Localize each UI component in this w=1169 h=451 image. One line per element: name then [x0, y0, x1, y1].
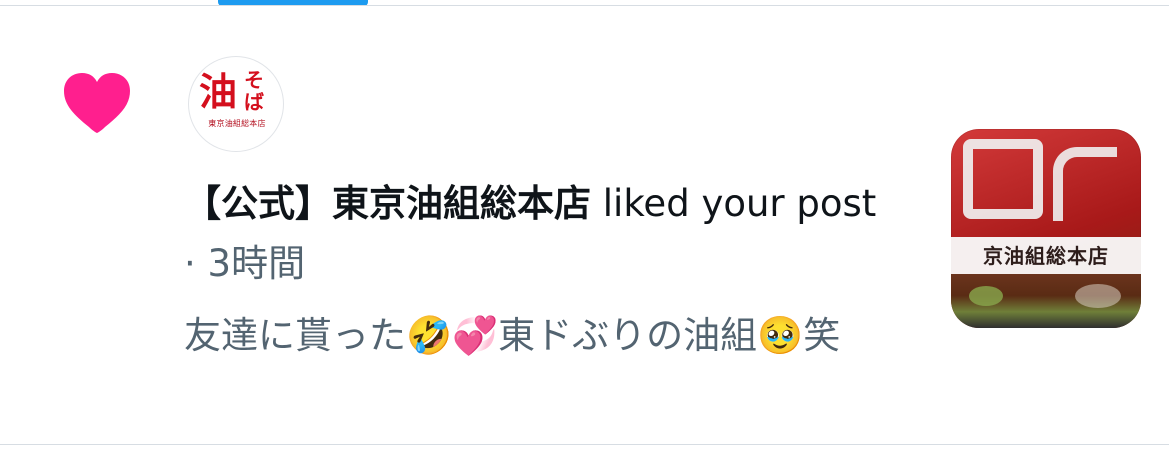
notifications-screen: 油 そば 東京油組総本店 【公式】東京油組総本店 liked your post…: [0, 0, 1169, 451]
heart-icon: [62, 72, 132, 134]
bottom-divider: [0, 444, 1169, 445]
notification-headline: 【公式】東京油組総本店 liked your post · 3時間: [184, 174, 884, 294]
avatar[interactable]: 油 そば 東京油組総本店: [188, 56, 284, 152]
notification-action: liked your post: [602, 182, 877, 225]
timestamp: 3時間: [207, 242, 306, 285]
account-name[interactable]: 【公式】東京油組総本店: [184, 182, 591, 225]
tweet-text: 友達に貰った🤣💞東ドぶりの油組🥹笑: [184, 314, 841, 357]
thumbnail-glyph-right: [1053, 147, 1117, 221]
thumbnail-label: 京油組総本店: [951, 237, 1141, 275]
thumbnail-food: [951, 274, 1141, 328]
like-notification[interactable]: 油 そば 東京油組総本店 【公式】東京油組総本店 liked your post…: [0, 6, 1169, 444]
thumbnail-glyph-left: [963, 139, 1043, 219]
separator: ·: [184, 242, 196, 285]
avatar-logo-main: 油: [199, 69, 238, 114]
avatar-logo-small: 東京油組総本店: [208, 119, 266, 128]
post-thumbnail[interactable]: 京油組総本店: [951, 129, 1141, 328]
avatar-logo-side: そば: [244, 68, 264, 114]
